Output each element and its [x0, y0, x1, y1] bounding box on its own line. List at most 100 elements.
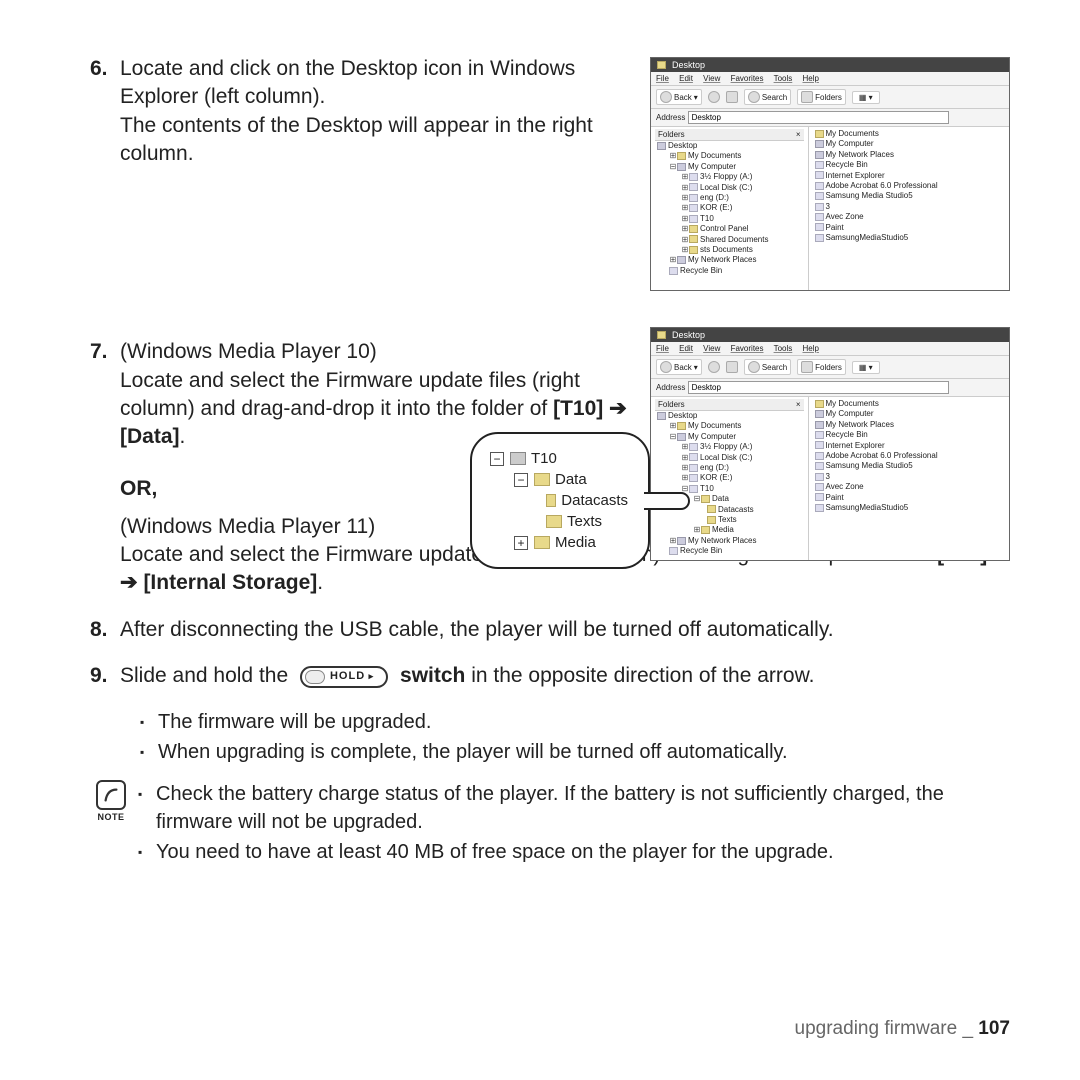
list-item[interactable]: Adobe Acrobat 6.0 Professional — [826, 451, 938, 460]
tree-item[interactable]: Recycle Bin — [680, 546, 722, 555]
tree-item[interactable]: Shared Documents — [700, 235, 768, 244]
tree-desktop[interactable]: Desktop — [668, 141, 697, 150]
back-button[interactable]: Back ▾ — [656, 89, 702, 105]
address-bar: Address — [651, 379, 1009, 397]
bullet-turnoff: When upgrading is complete, the player w… — [140, 738, 1010, 766]
list-item[interactable]: My Network Places — [826, 420, 894, 429]
views-button[interactable]: ▦ ▾ — [852, 91, 880, 104]
tree-item[interactable]: Desktop — [668, 411, 697, 420]
menubar[interactable]: File Edit View Favorites Tools Help — [651, 342, 1009, 356]
back-icon — [660, 361, 672, 373]
list-item[interactable]: Avec Zone — [826, 212, 864, 221]
step-7b-wmp11: (Windows Media Player 11) — [120, 515, 375, 538]
folders-button[interactable]: Folders — [797, 359, 846, 375]
bubble-media: Media — [555, 532, 596, 553]
list-item[interactable]: 3 — [826, 202, 830, 211]
tree-item[interactable]: Media — [712, 525, 734, 534]
search-button[interactable]: Search — [744, 359, 791, 375]
folder-icon — [657, 61, 666, 69]
contents-pane[interactable]: My Documents My Computer My Network Plac… — [809, 397, 1009, 561]
list-item[interactable]: Samsung Media Studio5 — [826, 191, 913, 200]
menu-tools[interactable]: Tools — [774, 74, 793, 83]
footer-section: upgrading firmware — [795, 1018, 958, 1039]
step-8: 8. After disconnecting the USB cable, th… — [90, 616, 1010, 644]
step-7-path-data: [Data] — [120, 425, 180, 448]
menu-view[interactable]: View — [703, 74, 720, 83]
list-item[interactable]: My Computer — [826, 409, 874, 418]
toolbar: Back ▾ Search Folders ▦ ▾ — [651, 86, 1009, 109]
note-icon: NOTE — [90, 780, 132, 822]
tree-item[interactable]: Datacasts — [718, 505, 754, 514]
tree-item[interactable]: My Documents — [688, 151, 741, 160]
up-button[interactable] — [726, 361, 738, 373]
list-item[interactable]: Paint — [826, 493, 844, 502]
list-item[interactable]: Adobe Acrobat 6.0 Professional — [826, 181, 938, 190]
menubar[interactable]: File Edit View Favorites Tools Help — [651, 72, 1009, 86]
tree-item[interactable]: KOR (E:) — [700, 473, 732, 482]
list-item[interactable]: 3 — [826, 472, 830, 481]
menu-help[interactable]: Help — [803, 344, 819, 353]
tree-item[interactable]: Control Panel — [700, 224, 748, 233]
tree-item[interactable]: sts Documents — [700, 245, 753, 254]
folders-pane[interactable]: Folders× Desktop ⊞My Documents ⊟My Compu… — [651, 397, 809, 561]
bubble-tail — [644, 492, 690, 510]
tree-item[interactable]: My Documents — [688, 421, 741, 430]
search-button[interactable]: Search — [744, 89, 791, 105]
tree-item[interactable]: eng (D:) — [700, 463, 729, 472]
close-icon[interactable]: × — [796, 130, 801, 139]
tree-item[interactable]: Local Disk (C:) — [700, 183, 752, 192]
tree-item[interactable]: Recycle Bin — [680, 266, 722, 275]
contents-pane[interactable]: My Documents My Computer My Network Plac… — [809, 127, 1009, 291]
forward-button[interactable] — [708, 361, 720, 373]
list-item[interactable]: My Documents — [826, 399, 879, 408]
menu-edit[interactable]: Edit — [679, 344, 693, 353]
tree-item[interactable]: Texts — [718, 515, 737, 524]
list-item[interactable]: My Computer — [826, 139, 874, 148]
list-item[interactable]: My Network Places — [826, 150, 894, 159]
tree-item[interactable]: 3½ Floppy (A:) — [700, 172, 752, 181]
list-item[interactable]: Paint — [826, 223, 844, 232]
menu-view[interactable]: View — [703, 344, 720, 353]
folders-pane[interactable]: Folders× Desktop ⊞My Documents ⊟My Compu… — [651, 127, 809, 291]
tree-data[interactable]: Data — [712, 494, 729, 503]
up-button[interactable] — [726, 91, 738, 103]
menu-file[interactable]: File — [656, 344, 669, 353]
tree-item[interactable]: KOR (E:) — [700, 203, 732, 212]
list-item[interactable]: Internet Explorer — [826, 441, 885, 450]
list-item[interactable]: My Documents — [826, 129, 879, 138]
menu-file[interactable]: File — [656, 74, 669, 83]
hold-switch-icon: HOLD — [300, 666, 388, 688]
list-item[interactable]: Avec Zone — [826, 482, 864, 491]
address-input[interactable] — [688, 381, 949, 394]
tree-item[interactable]: T10 — [700, 214, 714, 223]
tree-item[interactable]: 3½ Floppy (A:) — [700, 442, 752, 451]
menu-favorites[interactable]: Favorites — [731, 344, 764, 353]
views-button[interactable]: ▦ ▾ — [852, 361, 880, 374]
tree-item[interactable]: My Network Places — [688, 255, 756, 264]
list-item[interactable]: Internet Explorer — [826, 171, 885, 180]
forward-button[interactable] — [708, 91, 720, 103]
back-icon — [660, 91, 672, 103]
tree-item[interactable]: My Network Places — [688, 536, 756, 545]
list-item[interactable]: SamsungMediaStudio5 — [826, 233, 909, 242]
tree-t10[interactable]: T10 — [700, 484, 714, 493]
close-icon[interactable]: × — [796, 400, 801, 409]
list-item[interactable]: Recycle Bin — [826, 160, 868, 169]
tree-item[interactable]: Local Disk (C:) — [700, 453, 752, 462]
list-item[interactable]: SamsungMediaStudio5 — [826, 503, 909, 512]
menu-edit[interactable]: Edit — [679, 74, 693, 83]
list-item[interactable]: Recycle Bin — [826, 430, 868, 439]
menu-tools[interactable]: Tools — [774, 344, 793, 353]
tree-item[interactable]: eng (D:) — [700, 193, 729, 202]
tree-item[interactable]: My Computer — [688, 432, 736, 441]
back-button[interactable]: Back ▾ — [656, 359, 702, 375]
window-titlebar[interactable]: Desktop — [651, 328, 1009, 342]
address-input[interactable] — [688, 111, 949, 124]
tree-item[interactable]: My Computer — [688, 162, 736, 171]
folders-button[interactable]: Folders — [797, 89, 846, 105]
step-7b-path-storage: [Internal Storage] — [143, 571, 317, 594]
menu-favorites[interactable]: Favorites — [731, 74, 764, 83]
window-titlebar[interactable]: Desktop — [651, 58, 1009, 72]
menu-help[interactable]: Help — [803, 74, 819, 83]
list-item[interactable]: Samsung Media Studio5 — [826, 461, 913, 470]
